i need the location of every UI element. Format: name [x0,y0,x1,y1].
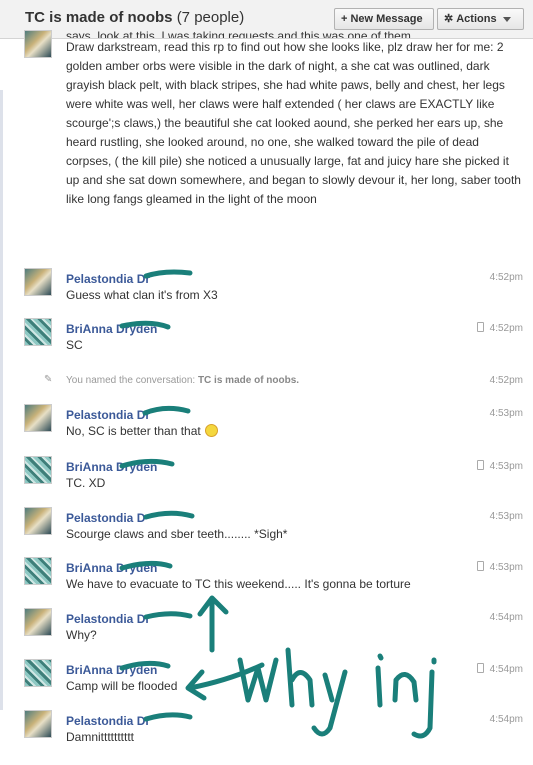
annotation-text [237,647,437,739]
avatar[interactable] [24,456,52,484]
message-time: 4:53pm [476,460,523,472]
mobile-icon [476,460,484,470]
message-text: No, SC is better than that [66,424,218,438]
message-time: 4:53pm [489,408,523,419]
message-text: Why? [66,628,97,642]
conversation-title: TC is made of noobs (7 people) [25,9,245,26]
message-long-text: says, look at this, I was taking request… [66,29,521,209]
conversation-new-name: TC is made of noobs. [197,375,300,386]
message-text-cut: says, look at this, I was taking request… [66,29,411,38]
name-scribble [143,611,193,620]
message-text: Draw darkstream, read this rp to find ou… [66,40,521,206]
mobile-icon [476,663,484,673]
message-time: 4:54pm [489,714,523,725]
sender-name[interactable]: BriAnna Dryden [66,663,157,677]
message-text: SC [66,338,83,352]
name-scribble [142,405,191,416]
avatar[interactable] [24,507,52,535]
message-time: 4:52pm [476,322,523,334]
sender-name[interactable]: Pelastondia Dr [66,408,150,422]
name-scribble [143,510,195,520]
mobile-icon [476,322,484,332]
mobile-icon [476,561,484,571]
pencil-icon: ✎ [44,374,53,385]
message-text: TC. XD [66,476,106,490]
avatar[interactable] [24,608,52,636]
chevron-down-icon [502,16,511,22]
plus-icon: + [341,13,348,25]
message-time: 4:52pm [489,272,523,283]
scroll-indicator [0,90,3,710]
sender-name[interactable]: Pelastondia Dr [66,272,150,286]
message-text: Guess what clan it's from X3 [66,288,218,302]
sender-name[interactable]: Pelastondia D [66,511,145,525]
avatar[interactable] [24,710,52,738]
message-time: 4:54pm [476,663,523,675]
sender-name[interactable]: BriAnna Dryden [66,322,157,336]
message-time: 4:53pm [489,511,523,522]
name-scribble [143,712,193,722]
system-event-time: 4:52pm [489,375,523,386]
arrow-left [185,662,265,701]
message-text: Scourge claws and sber teeth........ *Si… [66,527,288,541]
avatar[interactable] [24,659,52,687]
message-time: 4:54pm [489,612,523,623]
message-text: Damnitttttttttt [66,730,135,744]
gear-icon: ✲ [444,13,454,25]
avatar[interactable] [24,318,52,346]
arrow-up [197,595,229,653]
sender-name[interactable]: Pelastondia Dr [66,714,150,728]
avatar[interactable] [24,557,52,585]
name-scribble [143,269,193,279]
sender-name[interactable]: BriAnna Dryden [66,460,157,474]
smiley-icon [204,424,218,437]
system-event-rename: You named the conversation: TC is made o… [66,375,300,386]
participant-count: (7 people) [176,9,245,26]
sender-name[interactable]: Pelastondia Dr [66,612,150,626]
avatar[interactable] [24,404,52,432]
message-time: 4:53pm [476,561,523,573]
message-text: Camp will be flooded [66,679,178,693]
sender-name[interactable]: BriAnna Dryden [66,561,157,575]
avatar[interactable] [24,30,52,58]
message-text: We have to evacuate to TC this weekend..… [66,577,411,591]
avatar[interactable] [24,268,52,296]
